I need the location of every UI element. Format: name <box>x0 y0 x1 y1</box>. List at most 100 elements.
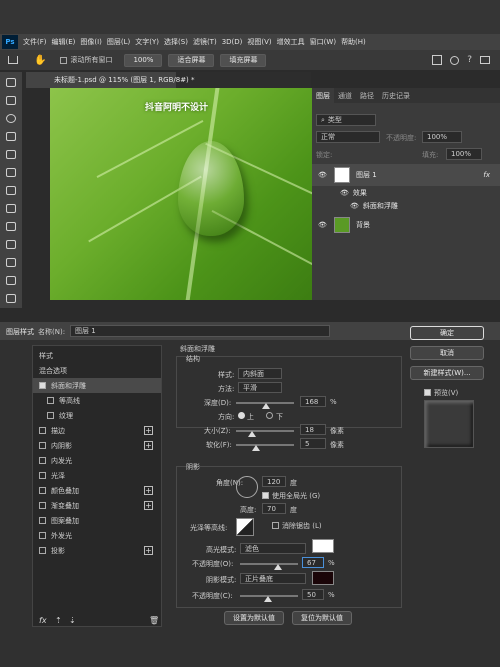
tab-paths[interactable]: 路径 <box>356 88 378 103</box>
fx-item-checkbox[interactable] <box>39 427 46 434</box>
soften-slider-knob[interactable] <box>252 445 260 451</box>
fx-item-checkbox[interactable] <box>39 517 46 524</box>
blend-options-item[interactable]: 混合选项 <box>33 363 161 378</box>
home-icon[interactable] <box>8 56 18 64</box>
highlight-opacity-input[interactable]: 67 <box>302 557 324 568</box>
direction-down-radio[interactable] <box>266 412 273 419</box>
altitude-input[interactable]: 70 <box>262 503 286 514</box>
angle-dial[interactable] <box>236 476 258 498</box>
fx-item-checkbox[interactable] <box>47 397 54 404</box>
fx-item-11[interactable]: 投影 + <box>33 543 161 558</box>
move-up-icon[interactable]: ⇡ <box>55 616 62 625</box>
search-icon[interactable] <box>450 55 460 65</box>
cancel-button[interactable]: 取消 <box>410 346 484 360</box>
shadow-mode-select[interactable]: 正片叠底 <box>240 573 306 584</box>
fx-item-checkbox[interactable] <box>39 487 46 494</box>
antialias-checkbox[interactable] <box>272 522 279 529</box>
history-brush-tool-icon[interactable] <box>6 258 16 267</box>
layer-filter-select[interactable]: ⌕ 类型 <box>316 114 376 126</box>
shadow-opacity-input[interactable]: 50 <box>302 589 324 600</box>
workspace-icon[interactable] <box>480 56 490 64</box>
menu-filter[interactable]: 滤镜(T) <box>193 37 217 47</box>
healing-brush-tool-icon[interactable] <box>6 204 16 213</box>
size-slider[interactable] <box>236 430 294 432</box>
help-icon[interactable]: ? <box>467 55 472 65</box>
eraser-tool-icon[interactable] <box>6 276 16 285</box>
fx-item-checkbox[interactable] <box>39 532 46 539</box>
fx-item-0[interactable]: 斜面和浮雕 <box>33 378 161 393</box>
eye-icon[interactable]: 👁 <box>350 202 359 210</box>
add-effect-icon[interactable]: + <box>144 501 153 510</box>
menu-help[interactable]: 帮助(H) <box>341 37 366 47</box>
blend-mode-select[interactable]: 正常 <box>316 131 380 143</box>
fx-item-7[interactable]: 颜色叠加 + <box>33 483 161 498</box>
fx-item-8[interactable]: 渐变叠加 + <box>33 498 161 513</box>
fx-item-checkbox[interactable] <box>39 472 46 479</box>
bevel-style-select[interactable]: 内斜面 <box>238 368 282 379</box>
gradient-tool-icon[interactable] <box>6 294 16 303</box>
highlight-color-swatch[interactable] <box>312 539 334 553</box>
fx-item-checkbox[interactable] <box>47 412 54 419</box>
menu-layer[interactable]: 图层(L) <box>107 37 130 47</box>
soften-input[interactable]: 5 <box>300 438 326 449</box>
tab-channels[interactable]: 通道 <box>334 88 356 103</box>
add-effect-icon[interactable]: + <box>144 546 153 555</box>
menu-type[interactable]: 文字(Y) <box>135 37 159 47</box>
styles-header[interactable]: 样式 <box>33 348 161 363</box>
brush-tool-icon[interactable] <box>6 222 16 231</box>
trash-icon[interactable]: 🗑 <box>149 616 159 625</box>
size-input[interactable]: 18 <box>300 424 326 435</box>
opacity-input[interactable]: 100% <box>422 131 462 143</box>
new-style-button[interactable]: 新建样式(W)... <box>410 366 484 380</box>
move-down-icon[interactable]: ⇣ <box>69 616 76 625</box>
fill-input[interactable]: 100% <box>446 148 482 160</box>
quick-select-tool-icon[interactable] <box>6 132 16 141</box>
fx-item-10[interactable]: 外发光 <box>33 528 161 543</box>
eye-icon[interactable]: 👁 <box>318 171 328 179</box>
menu-plugins[interactable]: 增效工具 <box>277 37 305 47</box>
preview-checkbox[interactable] <box>424 389 431 396</box>
crop-tool-icon[interactable] <box>6 150 16 159</box>
tab-layers[interactable]: 图层 <box>312 88 334 103</box>
fx-item-2[interactable]: 纹理 <box>33 408 161 423</box>
menu-edit[interactable]: 编辑(E) <box>52 37 76 47</box>
gloss-contour-picker[interactable] <box>236 518 254 536</box>
document-tab[interactable]: 未标题-1.psd @ 115% (图层 1, RGB/8#) * <box>26 72 195 88</box>
fx-item-3[interactable]: 描边 + <box>33 423 161 438</box>
fx-badge[interactable]: fx <box>483 171 490 179</box>
size-slider-knob[interactable] <box>248 431 256 437</box>
reset-default-button[interactable]: 复位为默认值 <box>292 611 352 625</box>
canvas[interactable]: 抖音阿明不设计 <box>50 88 312 300</box>
menu-view[interactable]: 视图(V) <box>247 37 271 47</box>
hand-tool-icon[interactable]: ✋ <box>34 55 46 66</box>
fill-screen-button[interactable]: 填充屏幕 <box>220 53 267 67</box>
highlight-opacity-knob[interactable] <box>274 564 282 570</box>
eye-icon[interactable]: 👁 <box>318 221 328 229</box>
shadow-color-swatch[interactable] <box>312 571 334 585</box>
fit-screen-button[interactable]: 适合屏幕 <box>168 53 215 67</box>
add-effect-icon[interactable]: + <box>144 426 153 435</box>
effects-row[interactable]: 👁 效果 <box>312 186 500 199</box>
add-effect-icon[interactable]: + <box>144 441 153 450</box>
add-effect-icon[interactable]: + <box>144 486 153 495</box>
fx-item-checkbox[interactable] <box>39 457 46 464</box>
fx-item-6[interactable]: 光泽 <box>33 468 161 483</box>
direction-up-radio[interactable] <box>238 412 245 419</box>
highlight-opacity-slider[interactable] <box>240 563 298 565</box>
menu-image[interactable]: 图像(I) <box>80 37 102 47</box>
zoom-100-button[interactable]: 100% <box>124 53 163 67</box>
technique-select[interactable]: 平滑 <box>238 382 282 393</box>
stamp-tool-icon[interactable] <box>6 240 16 249</box>
angle-input[interactable]: 120 <box>262 476 286 487</box>
effect-bevel-row[interactable]: 👁 斜面和浮雕 <box>312 199 500 212</box>
fx-footer-icon[interactable]: fx <box>39 616 47 625</box>
eye-icon[interactable]: 👁 <box>340 189 349 197</box>
fx-item-checkbox[interactable] <box>39 442 46 449</box>
layer-row[interactable]: 👁 图层 1 fx <box>312 164 500 186</box>
lasso-tool-icon[interactable] <box>6 114 16 123</box>
fx-item-5[interactable]: 内发光 <box>33 453 161 468</box>
global-light-checkbox[interactable] <box>262 492 269 499</box>
scroll-all-checkbox[interactable] <box>60 56 68 64</box>
soften-slider[interactable] <box>236 444 294 446</box>
fx-item-1[interactable]: 等高线 <box>33 393 161 408</box>
